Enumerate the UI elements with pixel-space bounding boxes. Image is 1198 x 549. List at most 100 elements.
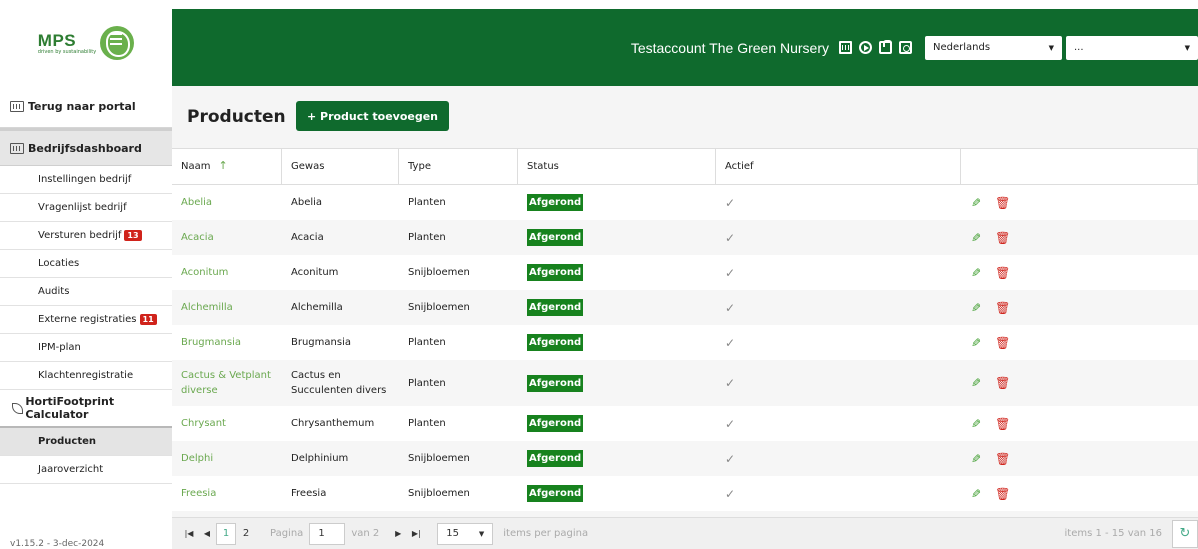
table-cell: Planten [399, 185, 518, 220]
status-badge: Afgerond [527, 229, 584, 246]
sidebar-item-audits[interactable]: Audits [0, 278, 172, 306]
sidebar-item-versturen[interactable]: Versturen bedrijf 13 [0, 222, 172, 250]
page-size-select[interactable]: 15 ▼ [437, 522, 494, 545]
table-cell: Afgerond [518, 406, 716, 441]
edit-icon[interactable]: ✎ [971, 334, 981, 352]
calendar-icon[interactable] [839, 41, 852, 54]
per-page-label: items per pagina [503, 528, 589, 539]
sidebar-item-externe-registraties[interactable]: Externe registraties 11 [0, 306, 172, 334]
sidebar-item-producten[interactable]: Producten [0, 428, 172, 456]
last-page-icon[interactable]: ▶| [407, 529, 425, 538]
table-cell: ✎ 🗑 [961, 185, 1198, 220]
account-select[interactable]: ... ▼ [1066, 35, 1198, 60]
status-badge: Afgerond [527, 485, 584, 502]
check-icon: ✓ [725, 265, 736, 280]
delete-icon[interactable]: 🗑 [995, 194, 1010, 212]
delete-icon[interactable]: 🗑 [995, 299, 1010, 317]
table-cell: ✓ [716, 476, 961, 511]
sidebar-item-label: Locaties [38, 258, 80, 269]
sidebar-item-label: Producten [38, 436, 97, 447]
type-cell: Planten [408, 337, 446, 348]
column-header-status[interactable]: Status [518, 149, 716, 184]
sidebar-item-klachtenregistratie[interactable]: Klachtenregistratie [0, 362, 172, 390]
sidebar-item-jaaroverzicht[interactable]: Jaaroverzicht [0, 456, 172, 484]
delete-icon[interactable]: 🗑 [995, 229, 1010, 247]
delete-icon[interactable]: 🗑 [995, 485, 1010, 503]
product-name-link[interactable]: Abelia [181, 195, 212, 210]
column-header-actions [961, 149, 1198, 184]
table-cell: Chrysant [172, 406, 282, 441]
table-cell: Afgerond [518, 325, 716, 360]
page-button-2[interactable]: 2 [236, 523, 256, 545]
refresh-icon[interactable]: ↻ [1172, 519, 1198, 548]
package-icon[interactable] [879, 40, 892, 54]
sidebar-item-vragenlijst[interactable]: Vragenlijst bedrijf [0, 194, 172, 222]
page-label: Pagina [270, 528, 304, 539]
product-name-link[interactable]: Chrysant [181, 416, 226, 431]
language-value: Nederlands [933, 42, 991, 53]
table-row: Freesia Freesia Snijbloemen Afgerond ✓ ✎ 🗑 [172, 476, 1198, 511]
check-icon: ✓ [725, 376, 736, 390]
delete-icon[interactable]: 🗑 [995, 415, 1010, 433]
edit-icon[interactable]: ✎ [971, 264, 981, 282]
column-header-gewas[interactable]: Gewas [282, 149, 399, 184]
money-icon[interactable] [899, 41, 912, 54]
table-cell: Brugmansia [282, 325, 399, 360]
table-cell: ✎ 🗑 [961, 406, 1198, 441]
product-name-link[interactable]: Cactus & Vetplant diverse [181, 368, 282, 398]
product-name-link[interactable]: Aconitum [181, 265, 228, 280]
table-cell: Snijbloemen [399, 441, 518, 476]
sidebar-section-label: HortiFootprint Calculator [25, 395, 115, 421]
table-cell: Delphinium [282, 441, 399, 476]
play-icon[interactable] [859, 41, 872, 54]
sidebar-item-portal[interactable]: Terug naar portal [0, 86, 172, 128]
logo-tagline: driven by sustainability [37, 48, 97, 55]
delete-icon[interactable]: 🗑 [995, 450, 1010, 468]
table-cell: Afgerond [518, 360, 716, 406]
edit-icon[interactable]: ✎ [971, 450, 981, 468]
product-name-link[interactable]: Freesia [181, 486, 216, 501]
next-page-icon[interactable]: ▶ [389, 529, 407, 538]
column-header-actief[interactable]: Actief [716, 149, 961, 184]
sidebar-section-bedrijfsdashboard[interactable]: Bedrijfsdashboard [0, 128, 172, 166]
page-button-1[interactable]: 1 [216, 522, 236, 545]
check-icon: ✓ [725, 486, 736, 501]
column-header-naam[interactable]: Naam ↑ [172, 149, 282, 184]
sidebar-item-locaties[interactable]: Locaties [0, 250, 172, 278]
language-select[interactable]: Nederlands ▼ [925, 35, 1062, 60]
first-page-icon[interactable]: |◀ [180, 529, 198, 538]
add-product-button[interactable]: + Product toevoegen [296, 101, 449, 131]
prev-page-icon[interactable]: ◀ [198, 529, 216, 538]
column-header-label: Status [527, 161, 559, 172]
column-header-label: Actief [725, 161, 754, 172]
count-badge: 11 [139, 314, 157, 325]
product-name-link[interactable]: Brugmansia [181, 335, 241, 350]
edit-icon[interactable]: ✎ [971, 299, 981, 317]
sidebar-section-hortifootprint[interactable]: HortiFootprint Calculator [0, 390, 172, 428]
account-select-value: ... [1074, 42, 1084, 53]
product-name-link[interactable]: Acacia [181, 230, 214, 245]
product-name-link[interactable]: Alchemilla [181, 300, 233, 315]
page-input[interactable]: 1 [309, 522, 346, 545]
sidebar-item-instellingen[interactable]: Instellingen bedrijf [0, 166, 172, 194]
table-row: Aconitum Aconitum Snijbloemen Afgerond ✓ ✎ 🗑 [172, 255, 1198, 290]
table-cell: ✓ [716, 325, 961, 360]
column-header-type[interactable]: Type [399, 149, 518, 184]
product-name-link[interactable]: Delphi [181, 451, 213, 466]
column-header-label: Naam [181, 161, 211, 172]
sidebar-item-ipm-plan[interactable]: IPM-plan [0, 334, 172, 362]
edit-icon[interactable]: ✎ [971, 374, 981, 392]
edit-icon[interactable]: ✎ [971, 485, 981, 503]
delete-icon[interactable]: 🗑 [995, 374, 1010, 392]
table-cell: Abelia [282, 185, 399, 220]
table-row: Chrysant Chrysanthemum Planten Afgerond ✓ ✎ 🗑 [172, 406, 1198, 441]
edit-icon[interactable]: ✎ [971, 194, 981, 212]
delete-icon[interactable]: 🗑 [995, 334, 1010, 352]
edit-icon[interactable]: ✎ [971, 229, 981, 247]
delete-icon[interactable]: 🗑 [995, 264, 1010, 282]
status-badge: Afgerond [527, 415, 584, 432]
top-header: Testaccount The Green Nursery Nederlands… [172, 9, 1198, 86]
mps-logo[interactable]: MPS driven by sustainability [37, 26, 135, 60]
edit-icon[interactable]: ✎ [971, 415, 981, 433]
table-cell: Planten [399, 406, 518, 441]
